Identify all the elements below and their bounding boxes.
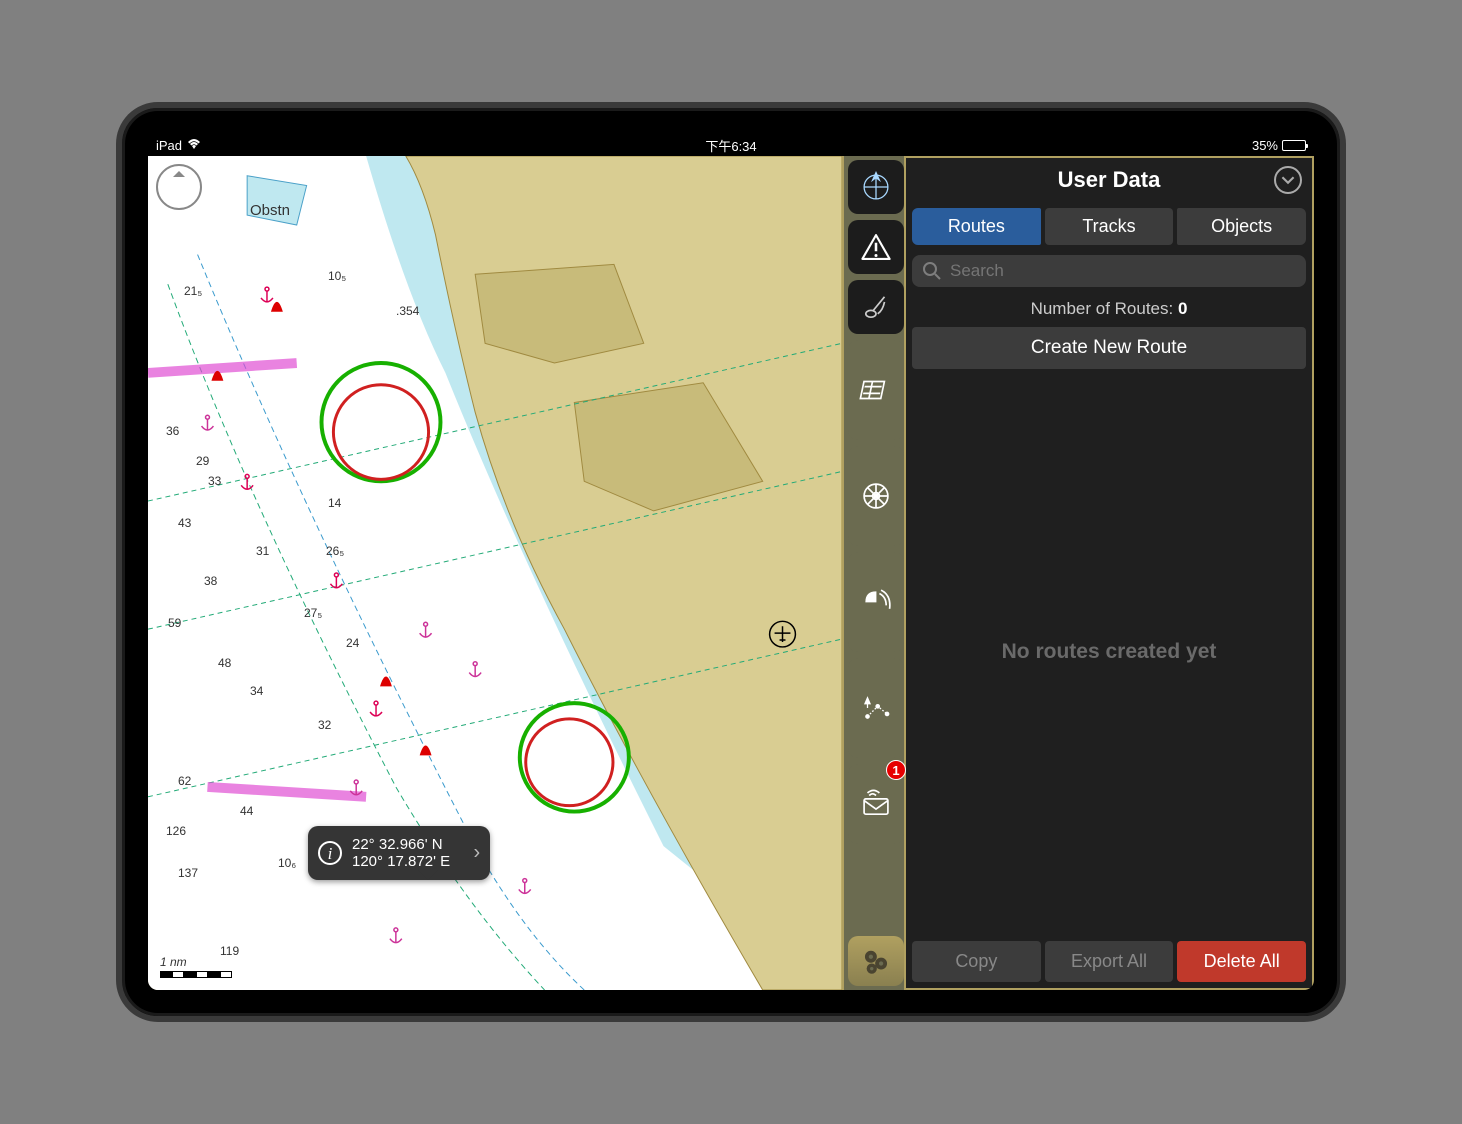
scale-bar: 1 nm — [160, 955, 232, 978]
latitude-value: 22° 32.966' N — [352, 836, 450, 853]
collapse-button[interactable] — [1274, 166, 1302, 194]
panel-title: User Data — [1058, 167, 1161, 193]
tab-tracks[interactable]: Tracks — [1045, 208, 1174, 245]
segmented-control: Routes Tracks Objects — [906, 202, 1312, 251]
nautical-chart[interactable]: Obstn 36 43 33 29 31 38 59 62 44 48 126 … — [148, 156, 842, 990]
user-data-panel: User Data Routes Tracks Objects Number o… — [906, 156, 1314, 990]
create-route-button[interactable]: Create New Route — [912, 327, 1306, 369]
autopilot-button[interactable] — [848, 446, 904, 546]
obstruction-label: Obstn — [250, 202, 290, 219]
route-count: Number of Routes: 0 — [906, 291, 1312, 327]
radar-button[interactable] — [848, 552, 904, 652]
app-content: Obstn 36 43 33 29 31 38 59 62 44 48 126 … — [148, 156, 1314, 990]
position-popover[interactable]: i 22° 32.966' N 120° 17.872' E › — [308, 826, 490, 880]
chart-settings-button[interactable] — [848, 340, 904, 440]
battery-icon — [1282, 140, 1306, 151]
empty-state: No routes created yet — [906, 369, 1312, 935]
search-icon — [922, 261, 942, 281]
tab-routes[interactable]: Routes — [912, 208, 1041, 245]
info-icon: i — [318, 841, 342, 865]
user-data-button[interactable] — [848, 658, 904, 758]
north-up-button[interactable] — [848, 160, 904, 214]
screen: iPad 下午6:34 35% — [148, 134, 1314, 990]
copy-button[interactable]: Copy — [912, 941, 1041, 982]
longitude-value: 120° 17.872' E — [352, 853, 450, 870]
panel-header: User Data — [906, 158, 1312, 202]
settings-button[interactable] — [848, 936, 904, 986]
wifi-icon — [187, 138, 201, 153]
search-input[interactable] — [950, 261, 1296, 281]
chart-svg — [148, 156, 842, 990]
messages-button[interactable]: 1 — [848, 764, 904, 844]
tool-strip: 1 — [842, 156, 906, 990]
delete-all-button[interactable]: Delete All — [1177, 941, 1306, 982]
messages-badge: 1 — [886, 760, 906, 780]
compass-icon[interactable] — [156, 164, 202, 210]
tab-objects[interactable]: Objects — [1177, 208, 1306, 245]
clock: 下午6:34 — [705, 136, 756, 155]
device-label: iPad — [156, 138, 182, 153]
status-bar: iPad 下午6:34 35% — [148, 134, 1314, 156]
chevron-right-icon: › — [473, 842, 480, 865]
ipad-frame: iPad 下午6:34 35% — [116, 102, 1346, 1022]
panel-actions: Copy Export All Delete All — [906, 935, 1312, 988]
warnings-button[interactable] — [848, 220, 904, 274]
search-box[interactable] — [912, 255, 1306, 287]
export-all-button[interactable]: Export All — [1045, 941, 1174, 982]
battery-percent: 35% — [1252, 138, 1278, 153]
measure-button[interactable] — [848, 280, 904, 334]
